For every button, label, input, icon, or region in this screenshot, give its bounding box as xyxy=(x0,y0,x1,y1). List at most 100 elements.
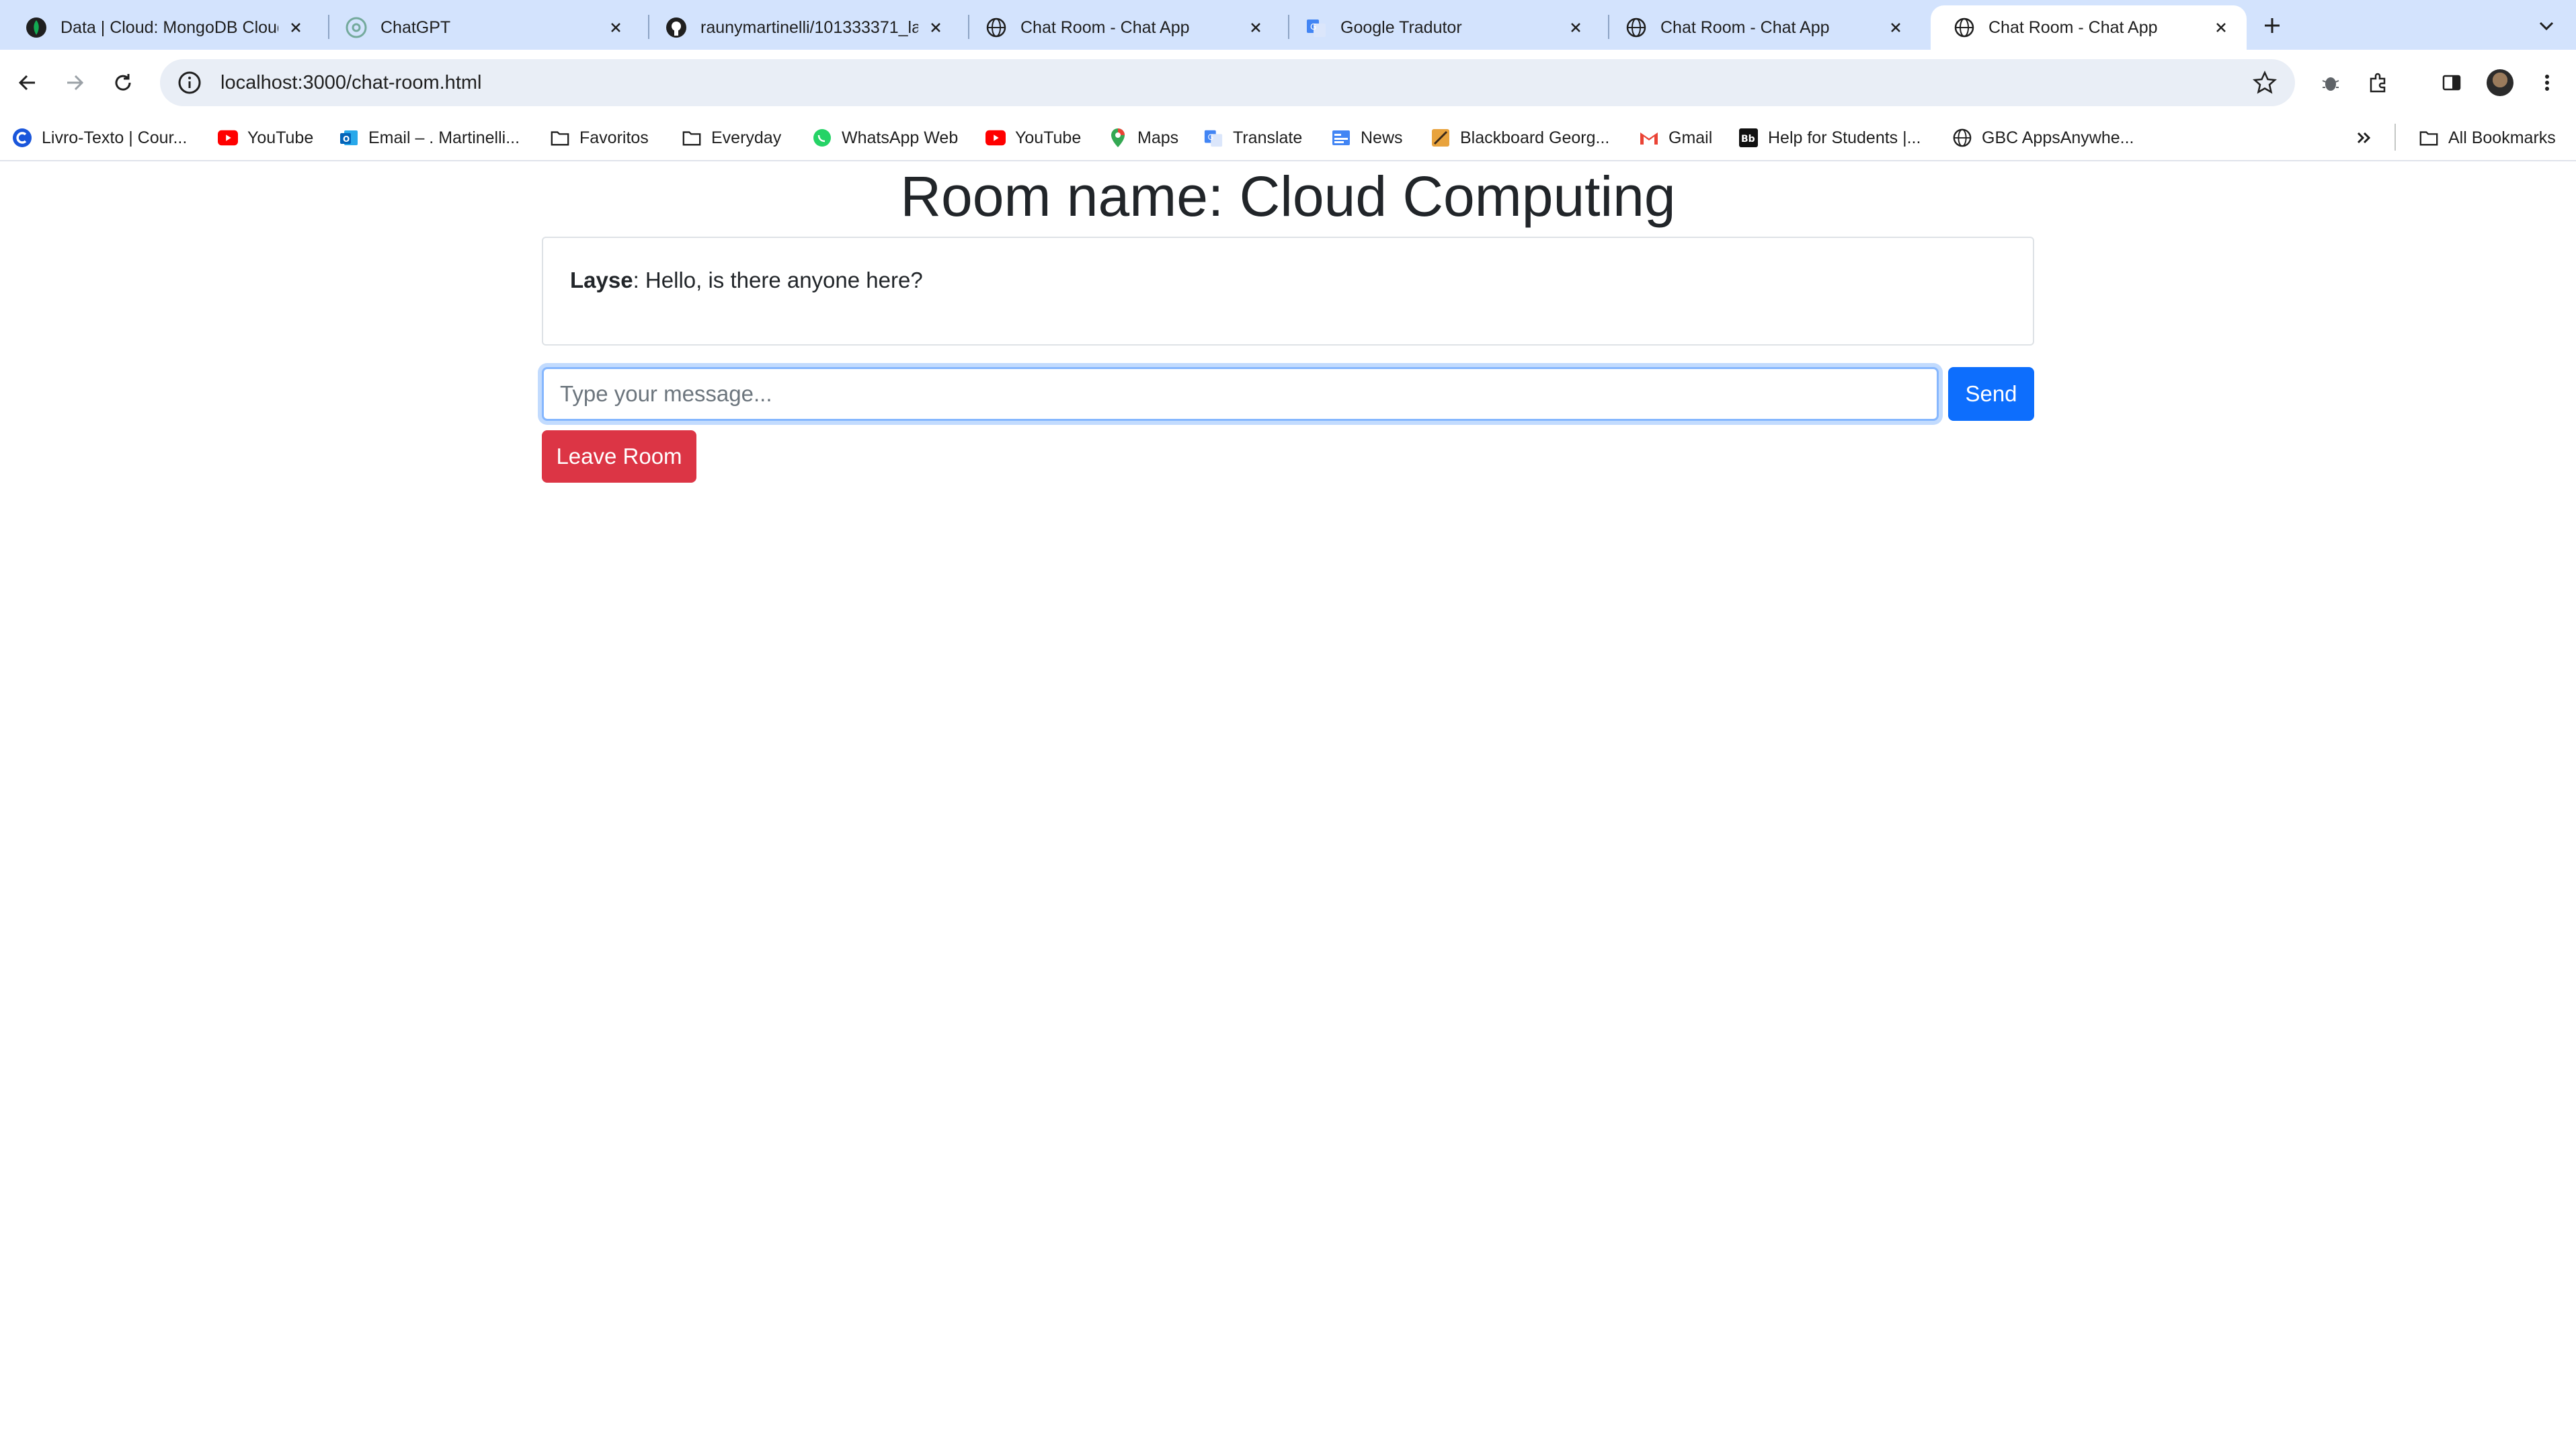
tab-title: Google Tradutor xyxy=(1340,17,1462,37)
page-title: Room name: Cloud Computing xyxy=(900,165,1676,228)
all-bookmarks-label: All Bookmarks xyxy=(2448,128,2556,147)
github-icon xyxy=(666,17,686,38)
bookmark-youtube-1[interactable]: YouTube xyxy=(218,116,313,160)
tab-chatgpt[interactable]: ChatGPT xyxy=(323,5,641,50)
address-bar[interactable]: localhost:3000/chat-room.html xyxy=(160,59,2295,106)
bookmarks-bar: Livro-Texto | Cour... YouTube O Email – … xyxy=(0,116,2576,161)
browser-toolbar: localhost:3000/chat-room.html xyxy=(0,50,2576,116)
bookmark-livro-texto[interactable]: Livro-Texto | Cour... xyxy=(12,116,187,160)
profile-button[interactable] xyxy=(2483,66,2517,99)
tab-chat-room-2[interactable]: Chat Room - Chat App xyxy=(1603,5,1921,50)
bookmark-label: Translate xyxy=(1233,128,1303,147)
bookmark-label: Favoritos xyxy=(579,128,649,147)
bookmark-label: YouTube xyxy=(1015,128,1082,147)
tab-mongodb[interactable]: Data | Cloud: MongoDB Cloud xyxy=(3,5,321,50)
blackboard-icon xyxy=(1431,128,1451,148)
arrow-left-icon xyxy=(18,75,35,91)
whatsapp-icon xyxy=(812,128,832,148)
globe-icon xyxy=(1952,128,1972,148)
google-translate-icon: G xyxy=(1307,19,1326,37)
outlook-icon: O xyxy=(339,128,359,148)
bookmark-label: Gmail xyxy=(1668,128,1713,147)
youtube-icon xyxy=(985,128,1006,148)
bookmark-blackboard[interactable]: Blackboard Georg... xyxy=(1431,116,1609,160)
bookmark-folder-everyday[interactable]: Everyday xyxy=(682,116,781,160)
bookmark-news[interactable]: News xyxy=(1331,116,1403,160)
bookmark-label: Maps xyxy=(1137,128,1179,147)
bookmark-label: WhatsApp Web xyxy=(842,128,959,147)
c-logo-icon xyxy=(12,128,32,148)
new-tab-icon[interactable] xyxy=(2259,12,2286,39)
bookmark-gbc-apps[interactable]: GBC AppsAnywhe... xyxy=(1952,116,2134,160)
url-text[interactable]: localhost:3000/chat-room.html xyxy=(220,72,481,94)
folder-icon xyxy=(550,128,570,148)
globe-icon xyxy=(986,17,1006,38)
extension-bug-button[interactable] xyxy=(2314,66,2347,99)
tab-google-tradutor[interactable]: G Google Tradutor xyxy=(1283,5,1601,50)
tab-github[interactable]: raunymartinelli/101333371_la xyxy=(643,5,961,50)
tab-chat-room-1[interactable]: Chat Room - Chat App xyxy=(963,5,1281,50)
close-icon[interactable] xyxy=(1886,18,1905,37)
all-bookmarks-button[interactable]: All Bookmarks xyxy=(2419,116,2556,160)
bookmarks-overflow-button[interactable] xyxy=(2354,116,2374,160)
side-panel-button[interactable] xyxy=(2435,66,2468,99)
bookmark-email[interactable]: O Email – . Martinelli... xyxy=(339,116,520,160)
tab-title: Data | Cloud: MongoDB Cloud xyxy=(61,17,278,37)
bookmark-translate[interactable]: G Translate xyxy=(1203,116,1302,160)
message-author: Layse xyxy=(570,268,633,292)
maps-pin-icon xyxy=(1108,128,1128,148)
close-icon[interactable] xyxy=(2212,18,2230,37)
bookmark-maps[interactable]: Maps xyxy=(1108,116,1178,160)
bookmark-label: News xyxy=(1361,128,1403,147)
message-text: Hello, is there anyone here? xyxy=(645,268,923,292)
tab-title: Chat Room - Chat App xyxy=(1660,17,1830,37)
globe-icon xyxy=(1954,17,1974,38)
menu-button[interactable] xyxy=(2530,66,2564,99)
close-icon[interactable] xyxy=(1566,18,1585,37)
svg-text:G: G xyxy=(1208,133,1214,142)
svg-text:O: O xyxy=(343,134,350,144)
send-button[interactable]: Send xyxy=(1948,367,2034,421)
bb-icon: Bb xyxy=(1738,128,1759,148)
tab-chat-room-active[interactable]: Chat Room - Chat App xyxy=(1931,5,2247,50)
info-icon[interactable] xyxy=(176,69,203,96)
tab-title: ChatGPT xyxy=(380,17,451,37)
forward-button[interactable] xyxy=(56,65,93,101)
bookmark-gmail[interactable]: Gmail xyxy=(1639,116,1712,160)
folder-icon xyxy=(682,128,702,148)
bookmark-star-icon[interactable] xyxy=(2252,70,2278,95)
chat-room-page: Room name: Cloud Computing Layse: Hello,… xyxy=(0,161,2576,1436)
close-icon[interactable] xyxy=(286,18,305,37)
chevron-down-icon[interactable] xyxy=(2534,13,2559,38)
bookmark-whatsapp[interactable]: WhatsApp Web xyxy=(812,116,958,160)
bookmark-help-students[interactable]: Bb Help for Students |... xyxy=(1738,116,1921,160)
close-icon[interactable] xyxy=(606,18,625,37)
bookmark-folder-favoritos[interactable]: Favoritos xyxy=(550,116,649,160)
gmail-icon xyxy=(1639,128,1659,148)
kebab-menu-icon xyxy=(2545,75,2549,91)
reload-button[interactable] xyxy=(105,65,141,101)
bookmarks-divider xyxy=(2394,124,2396,151)
close-icon[interactable] xyxy=(1246,18,1265,37)
messages-panel: Layse: Hello, is there anyone here? xyxy=(542,237,2034,346)
svg-text:G: G xyxy=(1310,22,1316,32)
bookmark-label: YouTube xyxy=(247,128,314,147)
avatar xyxy=(2487,69,2513,96)
chat-message: Layse: Hello, is there anyone here? xyxy=(570,268,2006,293)
chevron-double-right-icon xyxy=(2357,132,2371,144)
tab-title: Chat Room - Chat App xyxy=(1020,17,1190,37)
bookmark-youtube-2[interactable]: YouTube xyxy=(985,116,1081,160)
close-icon[interactable] xyxy=(926,18,945,37)
bookmark-label: Livro-Texto | Cour... xyxy=(42,128,188,147)
youtube-icon xyxy=(218,128,238,148)
puzzle-icon xyxy=(2370,73,2386,93)
side-panel-icon xyxy=(2442,75,2461,91)
google-news-icon xyxy=(1331,128,1351,148)
reload-icon xyxy=(115,74,131,91)
back-button[interactable] xyxy=(9,65,46,101)
leave-room-button[interactable]: Leave Room xyxy=(542,430,696,483)
tab-title: raunymartinelli/101333371_la xyxy=(700,17,918,37)
extensions-button[interactable] xyxy=(2362,66,2396,99)
globe-icon xyxy=(1626,17,1646,38)
message-input[interactable] xyxy=(542,367,1939,421)
